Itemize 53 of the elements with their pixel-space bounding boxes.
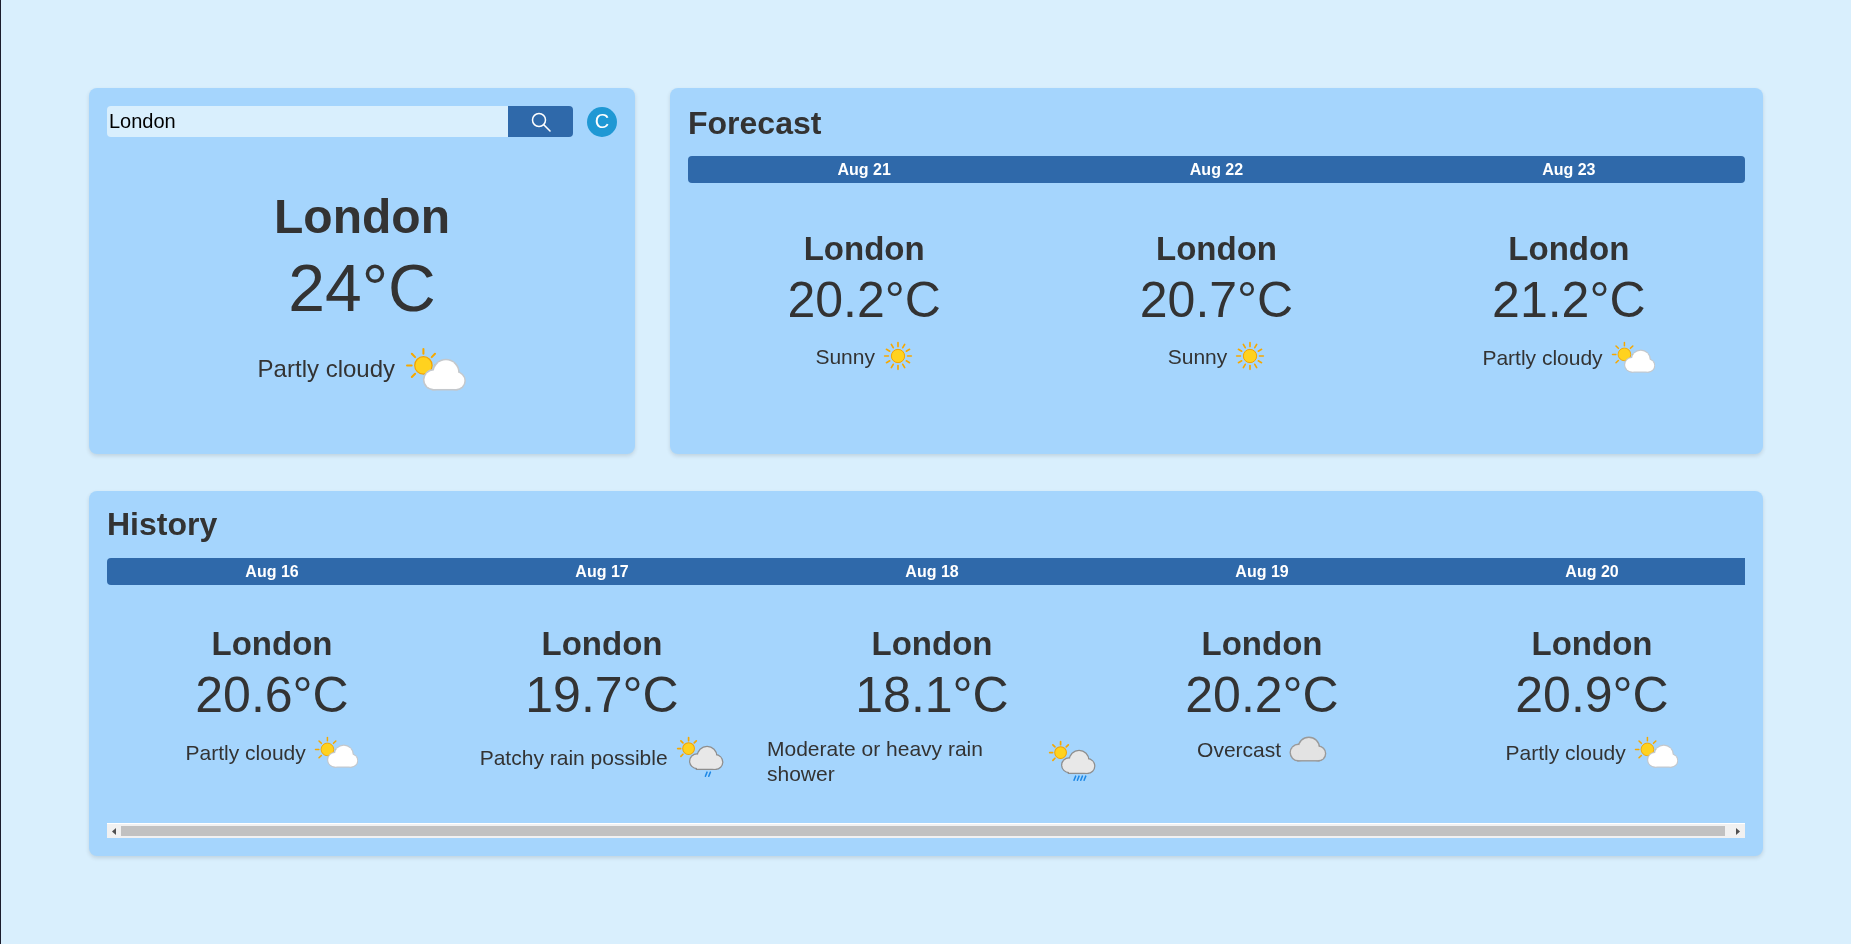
condition-text: Patchy rain possible	[479, 744, 668, 770]
date-label: Aug 20	[1564, 562, 1620, 581]
date-label: Aug 21	[836, 160, 892, 179]
section-title: History	[107, 505, 219, 543]
sun-icon	[1235, 341, 1266, 371]
city-name: London	[274, 189, 450, 245]
temperature: 20.6°C	[195, 667, 349, 724]
scrollbar[interactable]	[107, 823, 1745, 838]
date-label: Aug 17	[574, 562, 630, 581]
sun-behind-cloud-icon	[1610, 341, 1656, 373]
section-title: Forecast	[688, 104, 823, 142]
condition-text: Sunny	[1167, 343, 1228, 369]
search-button[interactable]	[508, 106, 574, 137]
date-label: Aug 16	[244, 562, 300, 581]
date-label: Aug 22	[1188, 160, 1245, 179]
date-label: Aug 23	[1541, 160, 1597, 179]
sun-behind-cloud-icon	[1633, 736, 1679, 768]
search-icon	[530, 111, 551, 132]
condition-text: Sunny	[815, 343, 875, 369]
sun-behind-cloud-icon	[313, 736, 359, 768]
temperature: 20.7°C	[1139, 272, 1294, 329]
triangle-right-icon	[1736, 827, 1740, 835]
city-name: London	[211, 624, 333, 664]
condition-text: Partly cloudy	[257, 354, 395, 385]
temperature: 20.9°C	[1515, 667, 1669, 724]
condition-text: Partly cloudy	[1505, 739, 1626, 765]
city-name: London	[541, 624, 663, 664]
sun-behind-cloud-icon	[405, 347, 467, 392]
condition-text: Partly cloudy	[185, 739, 306, 765]
date-label: Aug 19	[1234, 562, 1290, 581]
triangle-left-icon	[112, 827, 116, 835]
temperature: 20.2°C	[1185, 667, 1339, 724]
sun-icon	[882, 341, 913, 371]
date-label: Aug 18	[904, 562, 960, 581]
city-name: London	[803, 229, 925, 269]
condition-text: Moderate or heavy rain shower	[767, 736, 984, 786]
sun-cloud-rain-icon	[675, 736, 725, 778]
temperature: 21.2°C	[1492, 272, 1646, 329]
temperature: 24°C	[288, 251, 436, 328]
city-name: London	[1201, 624, 1323, 664]
city-name: London	[1531, 624, 1653, 664]
temperature: 19.7°C	[525, 667, 679, 724]
city-name: London	[1156, 229, 1277, 269]
condition-text: Partly cloudy	[1482, 344, 1603, 370]
city-name: London	[871, 624, 993, 664]
search-field[interactable]: London	[107, 106, 509, 137]
city-name: London	[1508, 229, 1630, 269]
scrollbar-thumb[interactable]	[121, 826, 1725, 836]
temperature: 18.1°C	[855, 667, 1009, 724]
temperature: 20.2°C	[787, 272, 941, 329]
sun-cloud-rain-icon	[1048, 740, 1097, 782]
condition-text: Overcast	[1197, 736, 1282, 762]
cloud-icon	[1289, 736, 1327, 762]
